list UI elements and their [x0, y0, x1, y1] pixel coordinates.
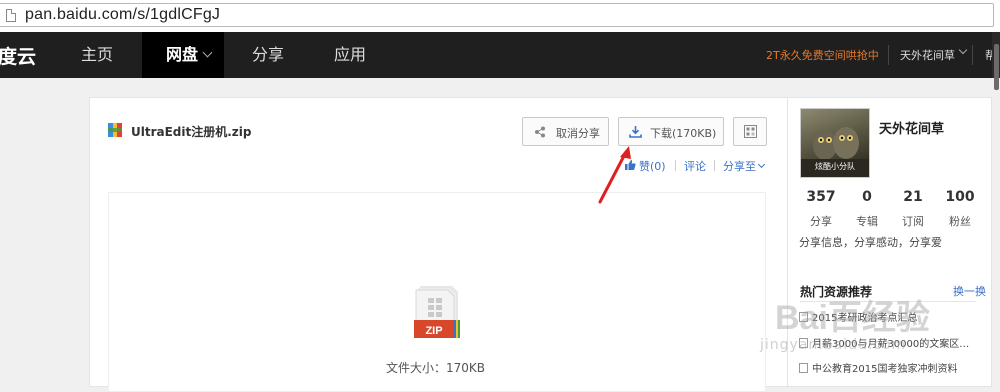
document-icon — [799, 363, 808, 373]
like-link[interactable]: 赞(0) — [639, 158, 666, 174]
share-to-link[interactable]: 分享至 — [723, 158, 766, 174]
nav-item-home[interactable]: 主页 — [81, 32, 113, 78]
address-bar: pan.baidu.com/s/1gdlCFgJ — [0, 0, 1000, 32]
top-navbar: 度云 主页 网盘 分享 应用 2T永久免费空间哄抢中 天外花间草 帮 — [0, 32, 1000, 78]
stat-albums-count[interactable]: 0 — [844, 189, 890, 205]
zip-document-icon: ZIP — [414, 286, 460, 338]
share-to-label: 分享至 — [723, 160, 756, 173]
url-text[interactable]: pan.baidu.com/s/1gdlCFgJ — [25, 6, 220, 24]
stat-shares-count[interactable]: 357 — [798, 189, 844, 205]
chevron-down-icon[interactable] — [958, 45, 968, 55]
stat-subscriptions-label: 订阅 — [902, 215, 924, 228]
share-icon — [535, 126, 545, 138]
qrcode-button[interactable] — [733, 117, 767, 146]
scrollbar-thumb[interactable] — [994, 44, 999, 90]
red-arrow-annotation — [598, 146, 631, 204]
stat-shares-label: 分享 — [810, 215, 832, 228]
nav-divider — [972, 45, 973, 65]
avatar-caption: 炫酷小分队 — [815, 162, 855, 171]
stat-fans-label: 粉丝 — [949, 215, 971, 228]
watermark-url: jingyan.baidu.com — [760, 337, 907, 353]
nav-item-netdisk[interactable]: 网盘 — [142, 32, 224, 78]
comment-link[interactable]: 评论 — [684, 158, 706, 174]
refresh-link[interactable]: 换一换 — [953, 283, 986, 299]
download-icon — [629, 126, 642, 138]
chevron-down-icon — [202, 47, 213, 58]
avatar[interactable]: 炫酷小分队 — [800, 108, 870, 178]
page-icon — [6, 9, 16, 22]
download-label: 下载(170KB) — [650, 127, 717, 140]
url-box[interactable]: pan.baidu.com/s/1gdlCFgJ — [0, 3, 994, 27]
file-name: UltraEdit注册机.zip — [131, 125, 252, 139]
nav-item-apps[interactable]: 应用 — [334, 32, 366, 78]
qrcode-icon — [744, 125, 757, 138]
logo[interactable]: 度云 — [0, 42, 36, 69]
hot-resource-title: 中公教育2015国考独家冲刺资料 — [812, 364, 958, 375]
action-divider — [714, 160, 715, 171]
chevron-down-icon — [757, 160, 766, 169]
stat-fans-count[interactable]: 100 — [937, 189, 983, 205]
nav-divider — [888, 45, 889, 65]
nav-item-netdisk-label: 网盘 — [166, 45, 199, 64]
file-size: 文件大小：170KB — [386, 361, 486, 375]
watermark-logo: Bai百经验 — [775, 299, 930, 337]
cancel-share-label: 取消分享 — [556, 127, 600, 140]
nav-item-share[interactable]: 分享 — [252, 32, 284, 78]
stat-subscriptions-count[interactable]: 21 — [890, 189, 936, 205]
sharer-name[interactable]: 天外花间草 — [879, 118, 944, 137]
stat-albums-label: 专辑 — [856, 215, 878, 228]
promo-link[interactable]: 2T永久免费空间哄抢中 — [766, 47, 879, 63]
zip-file-icon — [108, 123, 122, 137]
zip-badge: ZIP — [425, 325, 442, 337]
user-menu[interactable]: 天外花间草 — [900, 47, 955, 63]
hot-resource-item[interactable]: 中公教育2015国考独家冲刺资料 — [799, 360, 984, 375]
sharer-description: 分享信息，分享感动，分享爱 — [799, 236, 942, 249]
action-divider — [675, 160, 676, 171]
